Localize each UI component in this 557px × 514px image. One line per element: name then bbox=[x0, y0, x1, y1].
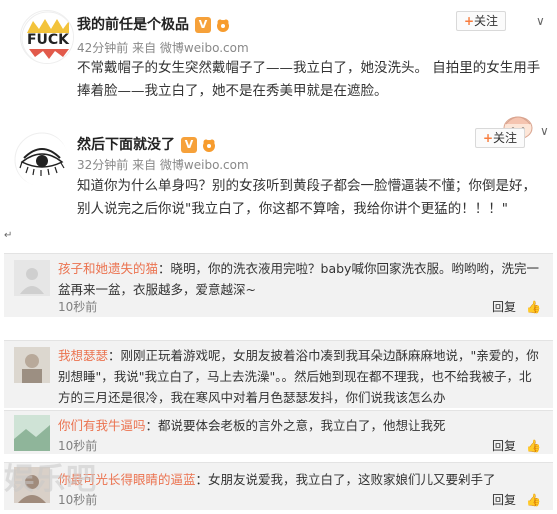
post-source[interactable]: 来自 微博weibo.com bbox=[132, 158, 249, 172]
follow-button[interactable]: +关注 bbox=[475, 128, 525, 148]
comment-username[interactable]: 我想瑟瑟 bbox=[58, 348, 108, 363]
comment-item: 孩子和她遗失的猫：晓明，你的洗衣液用完啦？baby喊你回家洗衣服。哟哟哟，洗完一… bbox=[4, 253, 553, 317]
post-meta: 42分钟前 来自 微博weibo.com bbox=[77, 39, 249, 56]
weibo-post: 然后下面就没了 V 32分钟前 来自 微博weibo.com 知道你为什么单身吗？… bbox=[0, 116, 557, 248]
comment-time: 10秒前 bbox=[58, 439, 98, 453]
comment-actions: 回复 👍 bbox=[492, 491, 541, 508]
verified-badge: V bbox=[195, 17, 211, 33]
avatar[interactable] bbox=[14, 467, 50, 503]
plus-icon: + bbox=[463, 14, 475, 28]
eye-avatar-icon bbox=[14, 132, 68, 186]
comment-time: 10秒前 bbox=[58, 493, 98, 507]
return-mark: ↵ bbox=[4, 230, 13, 241]
avatar[interactable] bbox=[14, 132, 68, 186]
post-header: 我的前任是个极品 V bbox=[77, 14, 231, 34]
comment-text: 孩子和她遗失的猫：晓明，你的洗衣液用完啦？baby喊你回家洗衣服。哟哟哟，洗完一… bbox=[58, 261, 539, 297]
comment-item: 我想瑟瑟：刚刚正玩着游戏呢，女朋友披着浴巾凑到我耳朵边酥麻麻地说，"亲爱的，你别… bbox=[4, 340, 553, 408]
follow-button[interactable]: +关注 bbox=[456, 11, 506, 31]
avatar[interactable] bbox=[14, 347, 50, 383]
post-meta: 32分钟前 来自 微博weibo.com bbox=[77, 156, 249, 173]
vip-icon bbox=[203, 139, 215, 152]
like-icon[interactable]: 👍 bbox=[526, 439, 541, 453]
post-content: 不常戴帽子的女生突然戴帽子了——我立白了，她没洗头。 自拍里的女生用手捧着脸——… bbox=[77, 60, 541, 99]
comment-item: 你最可光长得眼睛的逼蓝：女朋友说爱我，我立白了，这败家娘们儿又要剁手了 10秒前… bbox=[4, 462, 553, 510]
plus-icon: + bbox=[482, 131, 494, 145]
reply-button[interactable]: 回复 bbox=[492, 300, 516, 314]
post-time[interactable]: 42分钟前 bbox=[77, 41, 128, 55]
svg-text:FUCK: FUCK bbox=[27, 32, 70, 48]
comment-text: 我想瑟瑟：刚刚正玩着游戏呢，女朋友披着浴巾凑到我耳朵边酥麻麻地说，"亲爱的，你别… bbox=[58, 348, 539, 405]
username[interactable]: 然后下面就没了 bbox=[77, 137, 175, 153]
post-content: 知道你为什么单身吗？别的女孩听到黄段子都会一脸懵逼装不懂；你倒是好，别人说完之后… bbox=[77, 178, 536, 217]
reply-button[interactable]: 回复 bbox=[492, 493, 516, 507]
comment-actions: 回复 👍 bbox=[492, 298, 541, 315]
post-time[interactable]: 32分钟前 bbox=[77, 158, 128, 172]
reply-button[interactable]: 回复 bbox=[492, 439, 516, 453]
avatar[interactable]: FUCK bbox=[20, 10, 74, 64]
vip-icon bbox=[217, 19, 229, 32]
post-header: 然后下面就没了 V bbox=[77, 134, 217, 154]
verified-badge: V bbox=[181, 137, 197, 153]
avatar[interactable] bbox=[14, 260, 50, 296]
avatar[interactable] bbox=[14, 415, 50, 451]
post-source[interactable]: 来自 微博weibo.com bbox=[132, 41, 249, 55]
comment-username[interactable]: 你们有我牛逼吗 bbox=[58, 418, 146, 433]
comment-item: 你们有我牛逼吗：都说要体会老板的言外之意，我立白了，他想让我死 10秒前 回复 👍 bbox=[4, 410, 553, 454]
comment-username[interactable]: 你最可光长得眼睛的逼蓝 bbox=[58, 472, 196, 487]
like-icon[interactable]: 👍 bbox=[526, 493, 541, 507]
chevron-down-icon[interactable]: ∨ bbox=[536, 14, 545, 28]
like-icon[interactable]: 👍 bbox=[526, 300, 541, 314]
comment-time: 10秒前 bbox=[58, 300, 98, 314]
fuck-logo-icon: FUCK bbox=[21, 11, 73, 63]
chevron-down-icon[interactable]: ∨ bbox=[540, 124, 549, 138]
comment-text: 你最可光长得眼睛的逼蓝：女朋友说爱我，我立白了，这败家娘们儿又要剁手了 bbox=[58, 472, 496, 487]
username[interactable]: 我的前任是个极品 bbox=[77, 17, 189, 33]
comment-text: 你们有我牛逼吗：都说要体会老板的言外之意，我立白了，他想让我死 bbox=[58, 418, 446, 433]
weibo-post: FUCK 我的前任是个极品 V 42分钟前 来自 微博weibo.com 不常戴帽… bbox=[0, 0, 557, 118]
comment-username[interactable]: 孩子和她遗失的猫 bbox=[58, 261, 158, 276]
comment-actions: 回复 👍 bbox=[492, 437, 541, 454]
